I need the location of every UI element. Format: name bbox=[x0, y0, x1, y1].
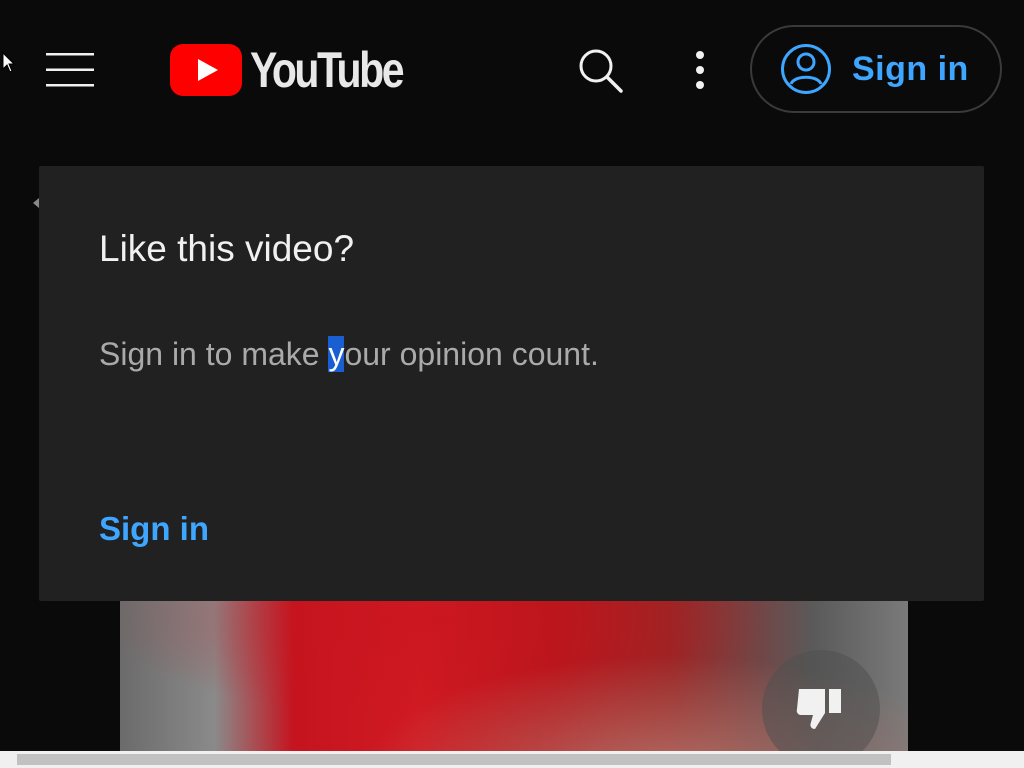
mouse-cursor-icon bbox=[2, 52, 16, 73]
more-vert-icon bbox=[696, 51, 704, 89]
text-selection: y bbox=[328, 336, 345, 372]
header-sign-in-button[interactable]: Sign in bbox=[750, 25, 1002, 113]
like-sign-in-dialog: Like this video? Sign in to make your op… bbox=[39, 166, 984, 601]
top-app-bar: YouTube Sign in bbox=[0, 0, 1024, 140]
dialog-message-before: Sign in to make bbox=[99, 336, 329, 372]
page: YouTube Sign in Like this video? Sign in… bbox=[0, 0, 1024, 768]
more-options-button[interactable] bbox=[676, 40, 724, 100]
thumb-down-icon bbox=[796, 689, 841, 729]
horizontal-scrollbar[interactable] bbox=[0, 751, 1024, 768]
logo-wordmark: YouTube bbox=[250, 42, 405, 98]
youtube-play-icon bbox=[170, 44, 242, 96]
dialog-message-after: our opinion count. bbox=[344, 336, 599, 372]
header-sign-in-label: Sign in bbox=[852, 49, 969, 88]
scrollbar-thumb[interactable] bbox=[17, 754, 891, 765]
menu-button[interactable] bbox=[30, 36, 110, 104]
dialog-title: Like this video? bbox=[99, 228, 355, 269]
account-circle-icon bbox=[781, 44, 831, 94]
search-icon bbox=[579, 49, 623, 93]
dialog-message: Sign in to make your opinion count. bbox=[99, 336, 599, 373]
dialog-sign-in-link[interactable]: Sign in bbox=[99, 510, 209, 548]
search-button[interactable] bbox=[570, 40, 630, 100]
youtube-logo[interactable]: YouTube bbox=[170, 44, 435, 96]
hamburger-menu-icon bbox=[46, 53, 94, 87]
